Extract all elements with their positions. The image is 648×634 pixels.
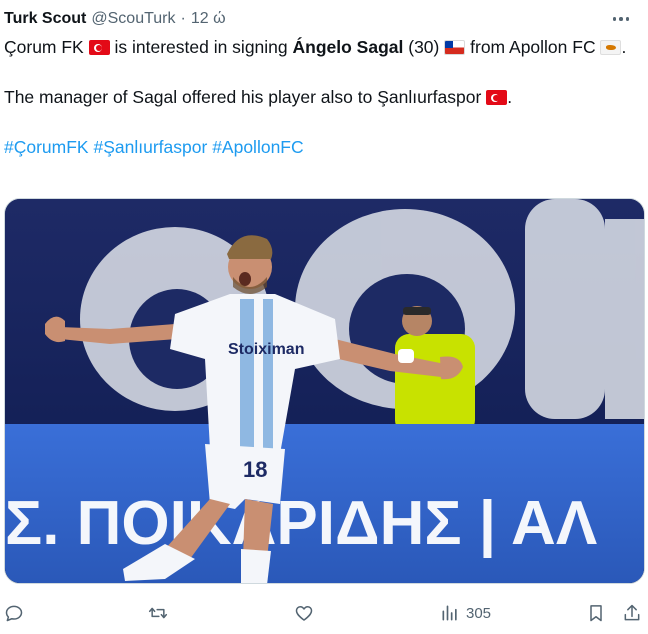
hashtag-corumfk[interactable]: #ÇorumFK — [4, 137, 89, 157]
reply-button[interactable] — [4, 598, 24, 628]
shirt-number-text: 18 — [243, 457, 267, 482]
tweet-paragraph-2: The manager of Sagal offered his player … — [4, 85, 644, 110]
views-icon — [442, 605, 457, 621]
text-manager: The manager of Sagal offered his player … — [4, 87, 482, 107]
tweet-timestamp[interactable]: 12 ώ — [191, 10, 226, 28]
tweet-image[interactable]: Σ. ΠΟΙΚΑΡΙΔΗΣ | ΑΛ Stoiximan 18 — [4, 198, 645, 584]
period: . — [621, 37, 627, 57]
bookmark-button[interactable] — [586, 598, 606, 628]
hashtags: #ÇorumFK #Şanlıurfaspor #ApollonFC — [4, 135, 644, 160]
share-icon — [624, 604, 640, 621]
bookmark-icon — [590, 605, 602, 622]
text-from-club: from Apollon FC — [470, 37, 596, 57]
turkey-flag-icon — [88, 40, 110, 55]
like-button[interactable] — [294, 598, 314, 628]
tweet-paragraph-1: Çorum FK is interested in signing Ángelo… — [4, 35, 644, 60]
author-name[interactable]: Turk Scout — [4, 10, 86, 28]
author-handle[interactable]: @ScouTurk — [91, 10, 175, 28]
reply-icon — [5, 605, 23, 622]
tweet-actions: 305 — [0, 598, 648, 628]
tweet-text: Çorum FK is interested in signing Ángelo… — [4, 35, 644, 160]
club-name-corum: Çorum FK — [4, 37, 84, 57]
chile-flag-icon — [444, 40, 466, 55]
turkey-flag-icon — [486, 90, 508, 105]
cyprus-flag-icon — [600, 40, 622, 55]
football-player-photo: Σ. ΠΟΙΚΑΡΙΔΗΣ | ΑΛ Stoiximan 18 — [5, 199, 644, 583]
more-options-icon[interactable] — [608, 8, 634, 30]
share-button[interactable] — [622, 598, 642, 628]
hashtag-sanliurfaspor[interactable]: #Şanlıurfaspor — [93, 137, 207, 157]
retweet-button[interactable] — [148, 598, 168, 628]
hashtag-apollonfc[interactable]: #ApollonFC — [212, 137, 303, 157]
banner-text: Σ. ΠΟΙΚΑΡΙΔΗΣ | ΑΛ — [5, 489, 597, 559]
period: . — [507, 87, 513, 107]
like-icon — [295, 606, 313, 621]
player-name: Ángelo Sagal — [292, 37, 404, 57]
views-button[interactable]: 305 — [440, 598, 491, 628]
tweet-header: Turk Scout @ScouTurk · 12 ώ — [4, 8, 644, 30]
text-interested: is interested in signing — [114, 37, 288, 57]
player-age: (30) — [408, 37, 440, 57]
separator-dot: · — [180, 10, 186, 27]
shirt-sponsor-text: Stoiximan — [228, 341, 304, 358]
views-count: 305 — [466, 604, 492, 622]
retweet-icon — [148, 607, 168, 619]
